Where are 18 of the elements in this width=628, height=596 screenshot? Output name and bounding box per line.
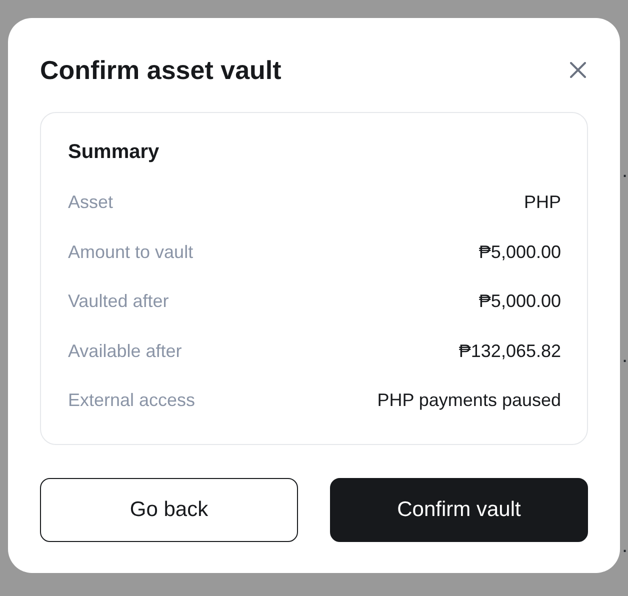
confirm-button[interactable]: Confirm vault [330, 478, 588, 542]
back-button[interactable]: Go back [40, 478, 298, 542]
summary-label: Asset [68, 192, 114, 214]
summary-label: Vaulted after [68, 291, 169, 312]
summary-label: Amount to vault [68, 242, 194, 263]
summary-value: PHP payments paused [377, 390, 561, 412]
dialog-title: Confirm asset vault [40, 54, 282, 86]
summary-label: External access [68, 390, 196, 412]
background-text: . [622, 160, 628, 183]
summary-value: ₱5,000.00 [478, 291, 561, 312]
summary-label: Available after [68, 340, 182, 362]
summary-heading: Summary [68, 141, 160, 164]
close-icon [570, 62, 586, 78]
summary-value: PHP [524, 192, 561, 214]
background-text: . [622, 535, 628, 558]
background-text: . [622, 345, 628, 368]
summary-value: ₱5,000.00 [478, 242, 561, 263]
summary-value: ₱132,065.82 [458, 340, 561, 362]
